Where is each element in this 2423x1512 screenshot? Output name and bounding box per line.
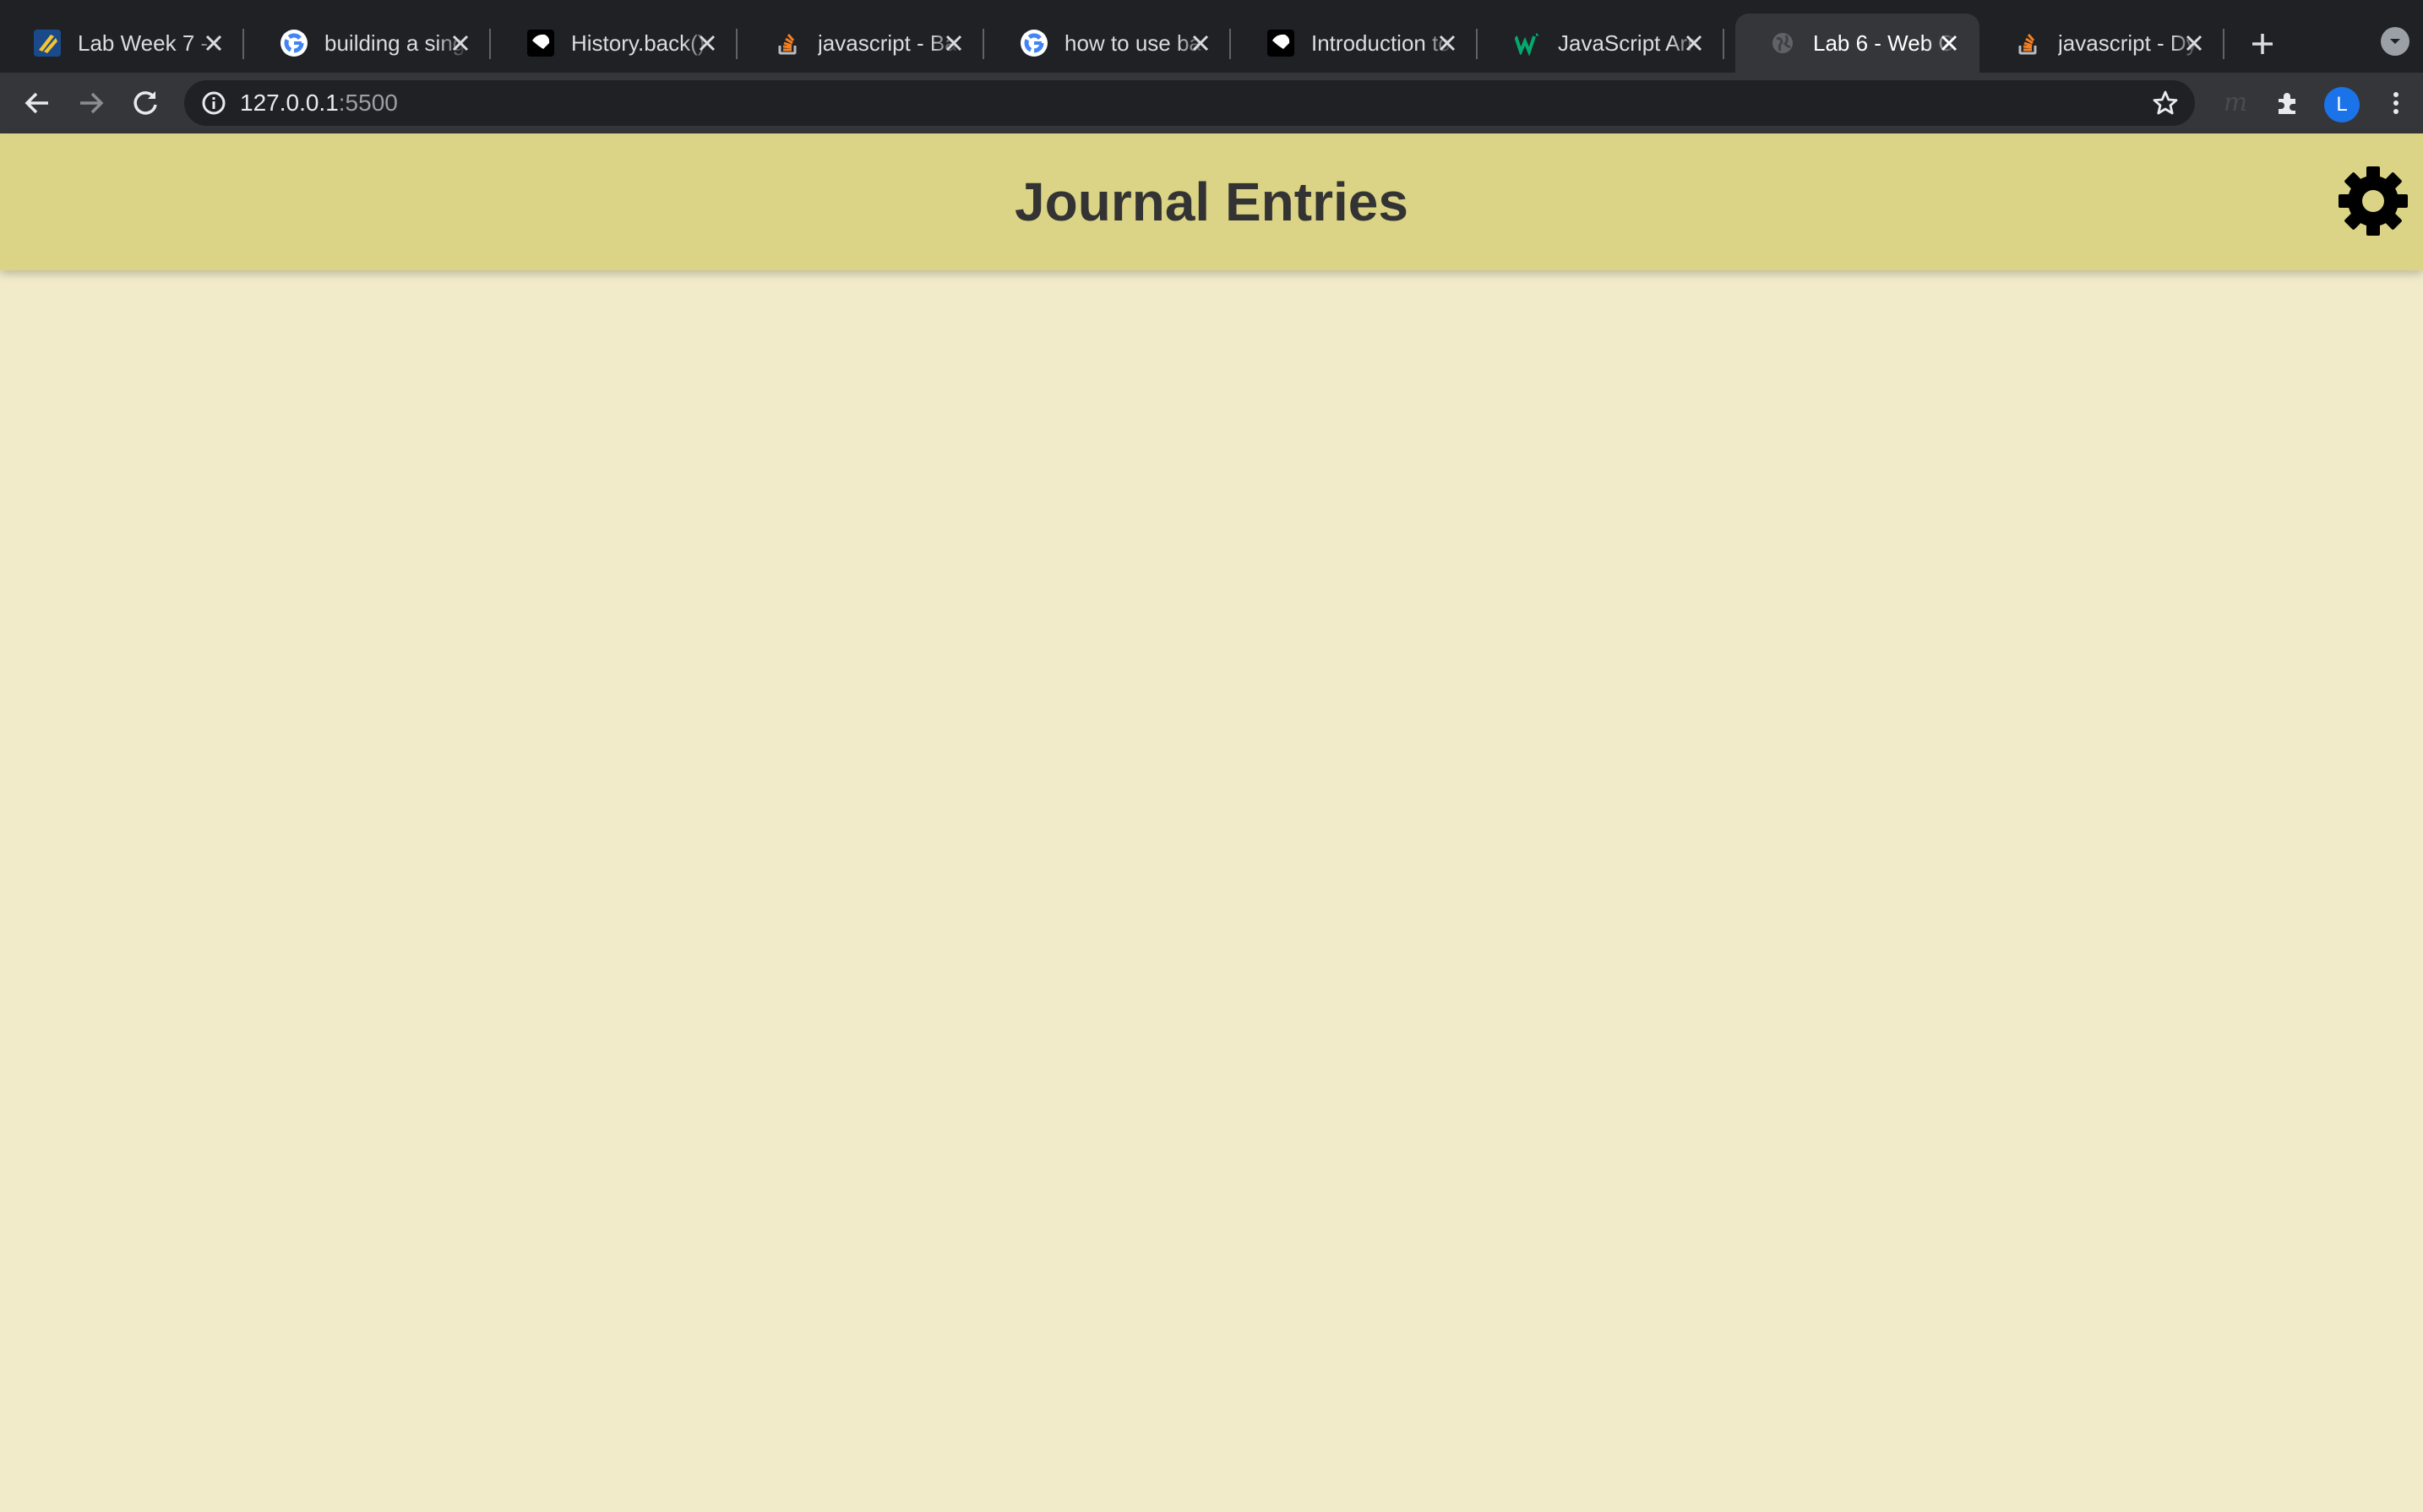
lab-week-logo-icon bbox=[34, 30, 61, 57]
tab-search-chevron-down-icon[interactable] bbox=[2381, 27, 2409, 56]
close-tab-icon[interactable] bbox=[694, 30, 721, 57]
google-icon bbox=[280, 30, 308, 57]
gear-icon[interactable] bbox=[2337, 165, 2409, 237]
reload-icon[interactable] bbox=[127, 84, 164, 122]
close-tab-icon[interactable] bbox=[1187, 30, 1214, 57]
address-bar[interactable]: 127.0.0.1:5500 bbox=[184, 80, 2195, 126]
close-tab-icon[interactable] bbox=[940, 30, 967, 57]
browser-menu-icon[interactable] bbox=[2377, 84, 2415, 122]
google-icon bbox=[1021, 30, 1048, 57]
tab-separator bbox=[1476, 29, 1478, 59]
browser-tab[interactable]: javascript - Ba bbox=[740, 14, 984, 73]
page-title: Journal Entries bbox=[1015, 171, 1408, 232]
browser-tab-strip: Lab Week 7 - S building a sing History.b… bbox=[0, 0, 2423, 73]
mdn-icon bbox=[527, 30, 554, 57]
stackoverflow-icon bbox=[2014, 30, 2041, 57]
stackoverflow-icon bbox=[774, 30, 801, 57]
address-url: 127.0.0.1:5500 bbox=[240, 80, 398, 126]
url-host: 127.0.0.1 bbox=[240, 90, 339, 116]
new-tab-plus-icon[interactable] bbox=[2244, 25, 2281, 63]
browser-tab[interactable]: building a sing bbox=[247, 14, 491, 73]
extensions-puzzle-icon[interactable] bbox=[2269, 84, 2306, 122]
tab-separator bbox=[736, 29, 738, 59]
tab-separator bbox=[2223, 29, 2224, 59]
tab-separator bbox=[242, 29, 244, 59]
tab-separator bbox=[489, 29, 491, 59]
close-tab-icon[interactable] bbox=[2181, 30, 2208, 57]
close-tab-icon[interactable] bbox=[1936, 30, 1963, 57]
tab-separator bbox=[1229, 29, 1231, 59]
mdn-icon bbox=[1267, 30, 1294, 57]
w3schools-icon bbox=[1514, 30, 1541, 57]
browser-tab[interactable]: Introduction to bbox=[1233, 14, 1478, 73]
browser-tab[interactable]: javascript - Dy bbox=[1980, 14, 2224, 73]
close-tab-icon[interactable] bbox=[1680, 30, 1707, 57]
tab-separator bbox=[1723, 29, 1724, 59]
close-tab-icon[interactable] bbox=[1434, 30, 1461, 57]
forward-arrow-icon[interactable] bbox=[73, 84, 110, 122]
browser-tab[interactable]: History.back() bbox=[493, 14, 738, 73]
close-tab-icon[interactable] bbox=[447, 30, 474, 57]
close-tab-icon[interactable] bbox=[200, 30, 227, 57]
page-header: Journal Entries bbox=[0, 133, 2423, 270]
site-info-icon[interactable] bbox=[199, 89, 228, 117]
url-port: :5500 bbox=[338, 90, 398, 116]
browser-tab[interactable]: JavaScript Arr bbox=[1480, 14, 1724, 73]
browser-toolbar: 127.0.0.1:5500 m L bbox=[0, 73, 2423, 133]
browser-tab[interactable]: how to use ba bbox=[987, 14, 1231, 73]
browser-tab[interactable]: Lab Week 7 - S bbox=[0, 14, 244, 73]
globe-icon bbox=[1769, 30, 1796, 57]
profile-avatar[interactable]: L bbox=[2324, 87, 2360, 122]
tab-separator bbox=[983, 29, 984, 59]
browser-tab-active[interactable]: Lab 6 - Web C bbox=[1735, 14, 1979, 73]
back-arrow-icon[interactable] bbox=[19, 84, 56, 122]
extension-m-icon[interactable]: m bbox=[2217, 84, 2254, 122]
bookmark-star-icon[interactable] bbox=[2151, 89, 2180, 117]
